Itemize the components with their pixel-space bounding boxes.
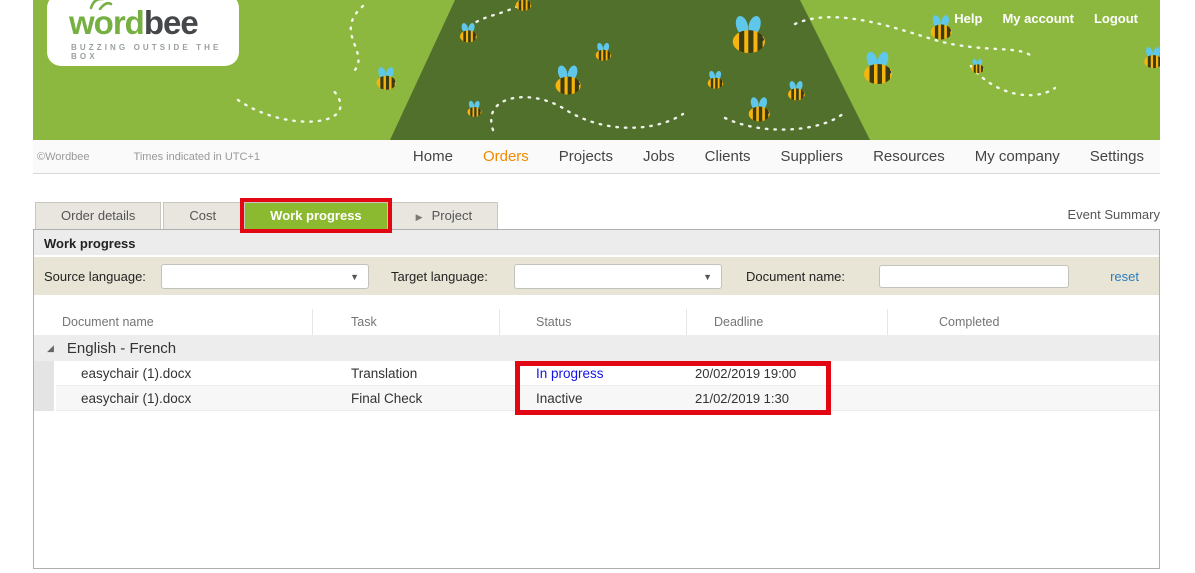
cell-task: Translation <box>313 366 500 381</box>
nav-item-jobs[interactable]: Jobs <box>643 148 675 165</box>
logo-tagline: BUZZING OUTSIDE THE BOX <box>71 43 239 61</box>
column-header-status[interactable]: Status <box>500 309 687 335</box>
work-progress-panel: Work progress Source language: ▼ Target … <box>33 229 1160 569</box>
nav-item-my-company[interactable]: My company <box>975 148 1060 165</box>
wordbee-app: wordbee BUZZING OUTSIDE THE BOX Help My … <box>0 0 1195 573</box>
my-account-link[interactable]: My account <box>1002 11 1074 26</box>
target-language-label: Target language: <box>391 269 488 284</box>
nav-item-orders[interactable]: Orders <box>483 148 529 165</box>
tab-order-details[interactable]: Order details <box>35 202 161 229</box>
language-group-row[interactable]: ◢ English - French <box>34 335 1159 361</box>
cell-status: Inactive <box>500 391 687 406</box>
tab-project[interactable]: ▶ Project <box>390 202 498 229</box>
project-tab-arrow-icon: ▶ <box>416 212 423 222</box>
column-header-completed[interactable]: Completed <box>888 309 1159 335</box>
timezone-note: Times indicated in UTC+1 <box>134 151 260 163</box>
group-label: English - French <box>67 340 176 357</box>
main-navbar: ©Wordbee Times indicated in UTC+1 Home O… <box>33 140 1160 174</box>
wordbee-logo[interactable]: wordbee BUZZING OUTSIDE THE BOX <box>47 0 239 66</box>
group-collapse-icon[interactable]: ◢ <box>47 343 54 354</box>
document-name-label: Document name: <box>746 269 845 284</box>
reset-link[interactable]: reset <box>1110 269 1139 284</box>
row-handle[interactable] <box>34 386 56 411</box>
copyright-text: ©Wordbee <box>37 151 90 163</box>
work-progress-table: Document name Task Status Deadline Compl… <box>34 309 1159 411</box>
panel-title: Work progress <box>34 230 1159 257</box>
table-row[interactable]: easychair (1).docx Final Check Inactive … <box>34 386 1159 411</box>
source-language-select[interactable]: ▼ <box>161 264 369 289</box>
nav-item-suppliers[interactable]: Suppliers <box>781 148 844 165</box>
table-header-row: Document name Task Status Deadline Compl… <box>34 309 1159 335</box>
column-header-deadline[interactable]: Deadline <box>687 309 888 335</box>
cell-document-name: easychair (1).docx <box>56 391 313 406</box>
cell-deadline: 21/02/2019 1:30 <box>687 391 888 406</box>
order-tabs: Order details Cost Work progress ▶ Projec… <box>35 202 498 229</box>
nav-item-settings[interactable]: Settings <box>1090 148 1144 165</box>
column-header-document-name[interactable]: Document name <box>34 309 313 335</box>
cell-document-name: easychair (1).docx <box>56 366 313 381</box>
logo-bee: bee <box>144 4 198 41</box>
logo-word: word <box>69 4 144 41</box>
nav-item-projects[interactable]: Projects <box>559 148 613 165</box>
logo-text: wordbee <box>69 6 198 39</box>
nav-item-clients[interactable]: Clients <box>705 148 751 165</box>
tab-project-label: Project <box>432 208 472 223</box>
target-language-select[interactable]: ▼ <box>514 264 722 289</box>
account-links: Help My account Logout <box>954 11 1138 26</box>
tab-cost[interactable]: Cost <box>163 202 242 229</box>
status-link[interactable]: In progress <box>536 366 604 381</box>
document-name-input[interactable] <box>879 265 1069 288</box>
tab-work-progress[interactable]: Work progress <box>244 202 388 229</box>
nav-item-resources[interactable]: Resources <box>873 148 945 165</box>
table-row[interactable]: easychair (1).docx Translation In progre… <box>34 361 1159 386</box>
nav-menu: Home Orders Projects Jobs Clients Suppli… <box>413 148 1160 165</box>
column-header-task[interactable]: Task <box>313 309 500 335</box>
dropdown-arrow-icon: ▼ <box>350 272 359 282</box>
row-handle[interactable] <box>34 361 56 386</box>
cell-task: Final Check <box>313 391 500 406</box>
event-summary-link[interactable]: Event Summary <box>1068 207 1160 222</box>
logout-link[interactable]: Logout <box>1094 11 1138 26</box>
filter-bar: Source language: ▼ Target language: ▼ Do… <box>34 257 1159 295</box>
cell-deadline: 20/02/2019 19:00 <box>687 366 888 381</box>
help-link[interactable]: Help <box>954 11 982 26</box>
source-language-label: Source language: <box>44 269 146 284</box>
dropdown-arrow-icon: ▼ <box>703 272 712 282</box>
header-banner: wordbee BUZZING OUTSIDE THE BOX Help My … <box>33 0 1160 140</box>
nav-item-home[interactable]: Home <box>413 148 453 165</box>
